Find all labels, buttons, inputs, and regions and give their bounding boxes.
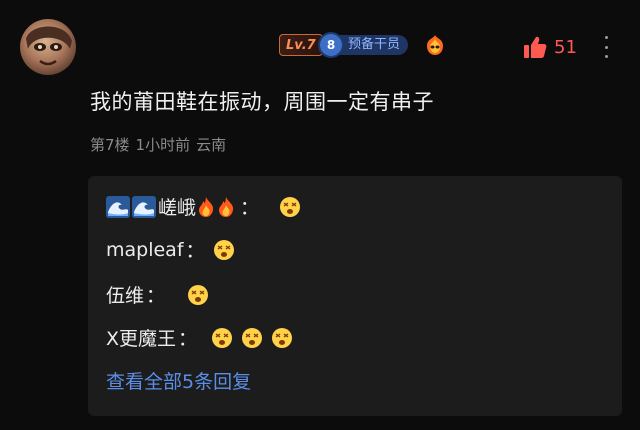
dizzy-face-emoji-icon	[188, 284, 209, 305]
reply-author[interactable]: X更魔王	[106, 324, 176, 351]
comment-meta: 第7楼 1小时前 云南	[90, 134, 226, 155]
avatar[interactable]	[20, 19, 76, 75]
reply-separator: ：	[240, 197, 260, 219]
flame-mask-icon	[427, 35, 443, 55]
reply-separator: ：	[146, 285, 166, 307]
reply-item[interactable]: mapleaf ：	[106, 236, 243, 263]
reply-author[interactable]: mapleaf	[106, 239, 184, 261]
cadre-label: 预备干员	[336, 35, 409, 55]
more-dot	[604, 55, 608, 58]
reply-separator: ：	[178, 328, 198, 350]
comment-text: 我的莆田鞋在振动，周围一定有串子	[90, 90, 434, 114]
wave-icon	[106, 195, 130, 218]
dizzy-face-emoji-icon	[280, 196, 301, 217]
reply-author[interactable]: 嵯峨	[158, 193, 196, 220]
thumbs-up-icon	[524, 36, 547, 58]
dizzy-face-emoji-icon	[272, 327, 293, 348]
level-badge: Lv.7	[279, 34, 323, 56]
more-dot	[604, 36, 608, 39]
more-dot	[604, 45, 608, 49]
comment-location: 云南	[196, 136, 227, 154]
dizzy-face-emoji-icon	[242, 327, 263, 348]
fire-icon	[219, 196, 234, 217]
reply-item[interactable]: 嵯峨 ：	[106, 193, 309, 220]
dizzy-face-emoji-icon	[212, 327, 233, 348]
replies-panel[interactable]: 嵯峨 ： mapleaf ： 伍维 ： X更魔王 ： 查看全部5条回复	[88, 176, 622, 416]
cadre-badge: 8 预备干员	[320, 34, 409, 56]
cadre-number: 8	[320, 34, 342, 56]
dizzy-face-emoji-icon	[213, 239, 234, 260]
like-count: 51	[554, 36, 577, 58]
reply-separator: ：	[185, 240, 205, 262]
reply-author[interactable]: 伍维	[106, 281, 144, 308]
like-button[interactable]: 51	[522, 34, 577, 60]
reply-item[interactable]: 伍维 ：	[106, 281, 217, 308]
floor-number: 第7楼	[90, 136, 130, 154]
fire-icon	[199, 196, 214, 217]
view-all-replies-link[interactable]: 查看全部5条回复	[106, 367, 251, 394]
reply-item[interactable]: X更魔王 ：	[106, 324, 301, 351]
wave-icon	[132, 195, 156, 218]
comment-time: 1小时前	[135, 136, 191, 154]
more-options-button[interactable]	[596, 34, 616, 60]
